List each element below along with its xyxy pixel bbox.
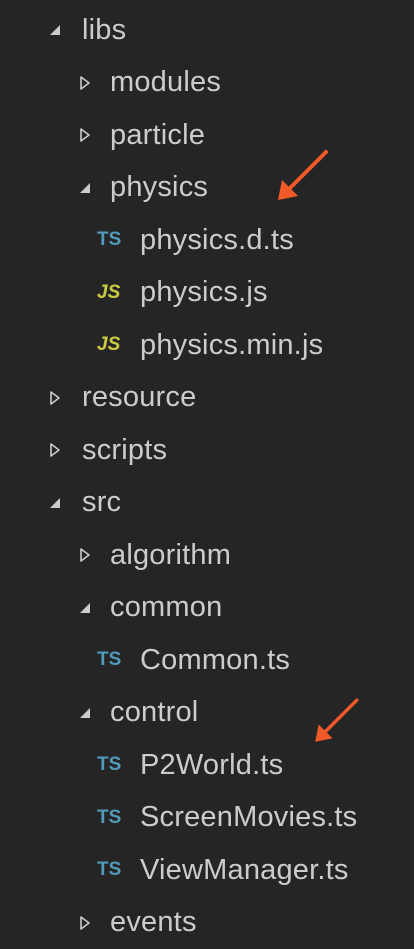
folder-events[interactable]: events <box>0 897 414 949</box>
chevron-right-icon[interactable] <box>78 76 92 90</box>
chevron-down-icon[interactable] <box>48 496 62 510</box>
folder-physics[interactable]: physics <box>0 162 414 215</box>
folder-label: libs <box>82 16 126 45</box>
chevron-down-icon[interactable] <box>78 706 92 720</box>
file-physics-d-ts[interactable]: TS physics.d.ts <box>0 214 414 267</box>
chevron-down-icon[interactable] <box>48 23 62 37</box>
chevron-right-icon[interactable] <box>78 916 92 930</box>
folder-common[interactable]: common <box>0 582 414 635</box>
typescript-file-icon: TS <box>97 754 131 776</box>
chevron-down-icon[interactable] <box>78 181 92 195</box>
file-label: Common.ts <box>140 646 290 675</box>
folder-label: physics <box>110 173 208 202</box>
javascript-file-icon: JS <box>97 334 131 356</box>
folder-control[interactable]: control <box>0 687 414 740</box>
file-common-ts[interactable]: TS Common.ts <box>0 634 414 687</box>
file-label: ViewManager.ts <box>140 856 349 885</box>
folder-label: resource <box>82 383 196 412</box>
folder-label: events <box>110 908 197 937</box>
chevron-right-icon[interactable] <box>48 443 62 457</box>
typescript-file-icon: TS <box>97 859 131 881</box>
chevron-right-icon[interactable] <box>78 548 92 562</box>
file-label: ScreenMovies.ts <box>140 803 357 832</box>
folder-label: algorithm <box>110 541 231 570</box>
folder-scripts[interactable]: scripts <box>0 424 414 477</box>
typescript-file-icon: TS <box>97 649 131 671</box>
chevron-down-icon[interactable] <box>78 601 92 615</box>
chevron-right-icon[interactable] <box>78 128 92 142</box>
folder-label: src <box>82 488 121 517</box>
file-physics-min-js[interactable]: JS physics.min.js <box>0 319 414 372</box>
folder-label: modules <box>110 68 221 97</box>
folder-particle[interactable]: particle <box>0 109 414 162</box>
folder-algorithm[interactable]: algorithm <box>0 529 414 582</box>
folder-libs[interactable]: libs <box>0 4 414 57</box>
folder-label: particle <box>110 121 205 150</box>
file-label: P2World.ts <box>140 751 283 780</box>
file-label: physics.min.js <box>140 331 323 360</box>
file-label: physics.js <box>140 278 268 307</box>
javascript-file-icon: JS <box>97 282 131 304</box>
file-label: physics.d.ts <box>140 226 294 255</box>
folder-src[interactable]: src <box>0 477 414 530</box>
folder-label: control <box>110 698 198 727</box>
file-physics-js[interactable]: JS physics.js <box>0 267 414 320</box>
folder-resource[interactable]: resource <box>0 372 414 425</box>
file-screenmovies-ts[interactable]: TS ScreenMovies.ts <box>0 792 414 845</box>
typescript-file-icon: TS <box>97 229 131 251</box>
file-explorer-tree: libs modules particle physics TS physics… <box>0 4 414 949</box>
folder-label: common <box>110 593 222 622</box>
file-p2world-ts[interactable]: TS P2World.ts <box>0 739 414 792</box>
file-viewmanager-ts[interactable]: TS ViewManager.ts <box>0 844 414 897</box>
chevron-right-icon[interactable] <box>48 391 62 405</box>
folder-label: scripts <box>82 436 167 465</box>
folder-modules[interactable]: modules <box>0 57 414 110</box>
typescript-file-icon: TS <box>97 807 131 829</box>
